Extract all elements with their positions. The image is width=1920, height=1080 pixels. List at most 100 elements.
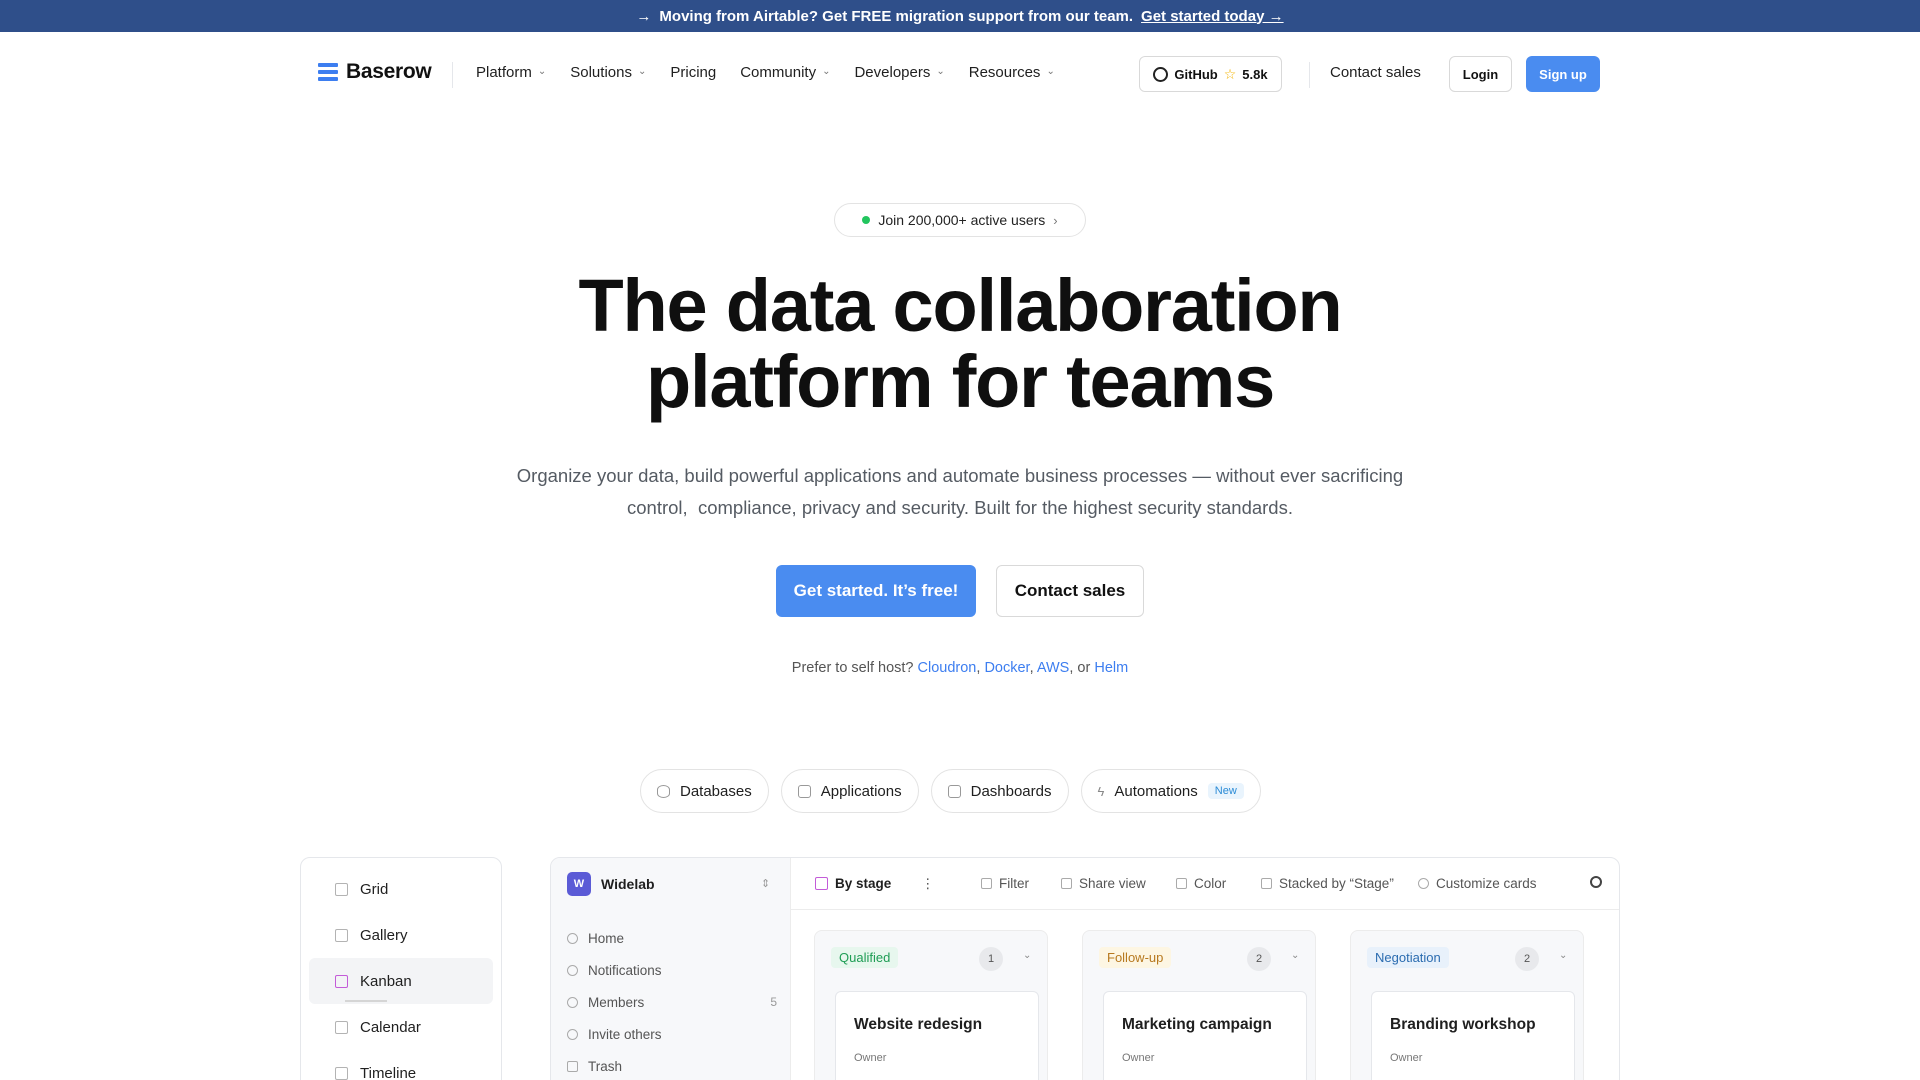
hero-subtitle: Organize your data, build powerful appli… — [460, 460, 1460, 524]
sidebar-label: Invite others — [588, 1026, 662, 1042]
view-timeline[interactable]: Timeline — [309, 1050, 493, 1080]
tab-label: Databases — [680, 782, 752, 800]
hero-title: The data collaboration platform for team… — [0, 268, 1920, 420]
cloudron-link[interactable]: Cloudron — [918, 660, 977, 676]
chevron-down-icon: ⌄ — [822, 66, 831, 77]
tab-label: Automations — [1114, 782, 1198, 800]
status-dot-icon — [862, 216, 871, 224]
chevron-down-icon: ⌄ — [1046, 66, 1055, 77]
get-started-button[interactable]: Get started. It’s free! — [776, 565, 976, 617]
kanban-column: Negotiation 2 ⌄ Branding workshop Owner — [1350, 930, 1584, 1080]
stacked-label: Stacked by “Stage” — [1279, 876, 1394, 891]
view-label: Grid — [360, 880, 389, 898]
nav-label: Resources — [968, 64, 1041, 81]
customize-label: Customize cards — [1436, 876, 1537, 891]
nav-label: Developers — [854, 64, 931, 81]
hero-subtitle-line: Organize your data, build powerful appli… — [516, 465, 1404, 486]
view-selector[interactable]: By stage — [815, 876, 891, 891]
filter-button[interactable]: Filter — [981, 876, 1029, 891]
sidebar-item-trash[interactable]: Trash — [567, 1050, 777, 1080]
nav-label: Community — [740, 64, 817, 81]
share-view-button[interactable]: Share view — [1061, 876, 1146, 891]
github-stars: 5.8k — [1242, 66, 1268, 82]
view-calendar[interactable]: Calendar — [309, 1004, 493, 1050]
nav-resources[interactable]: Resources ⌄ — [969, 64, 1055, 81]
view-label: Gallery — [360, 926, 408, 944]
invite-icon — [567, 1028, 578, 1040]
kanban-icon — [335, 974, 348, 988]
more-options-icon[interactable]: ⋮ — [921, 876, 935, 892]
list-icon — [335, 882, 348, 896]
gallery-icon — [335, 928, 348, 942]
tab-databases[interactable]: Databases — [640, 769, 769, 813]
chevron-down-icon[interactable]: ⌄ — [1559, 950, 1567, 961]
bell-icon — [567, 964, 578, 976]
timeline-icon — [335, 1066, 348, 1080]
chevron-down-icon[interactable]: ⌄ — [1023, 950, 1031, 961]
color-label: Color — [1194, 876, 1227, 891]
nav-pricing[interactable]: Pricing — [670, 64, 716, 81]
contact-sales-button[interactable]: Contact sales — [996, 565, 1144, 617]
sidebar-item-home[interactable]: Home — [567, 922, 777, 954]
announcement-text: Moving from Airtable? Get FREE migration… — [659, 7, 1134, 25]
pill-text: Join 200,000+ active users — [878, 212, 1046, 228]
tab-label: Dashboards — [970, 782, 1052, 800]
tab-automations[interactable]: ϟ Automations New — [1080, 769, 1261, 813]
chevron-down-icon: ⌄ — [637, 66, 647, 77]
view-gallery[interactable]: Gallery — [309, 912, 493, 958]
database-icon — [657, 784, 670, 798]
members-count: 5 — [770, 995, 777, 1009]
nav-label: Solutions — [570, 64, 632, 81]
filter-icon — [981, 878, 992, 889]
window-icon — [797, 784, 811, 798]
card-title: Marketing campaign — [1122, 1016, 1272, 1033]
kanban-card[interactable]: Marketing campaign Owner — [1103, 991, 1307, 1080]
signup-button[interactable]: Sign up — [1526, 56, 1600, 92]
kanban-card[interactable]: Website redesign Owner — [835, 991, 1039, 1080]
sidebar-item-invite[interactable]: Invite others — [567, 1018, 777, 1050]
nav-platform[interactable]: Platform ⌄ — [476, 64, 546, 81]
logo[interactable]: Baserow — [318, 60, 432, 84]
sidebar-item-members[interactable]: Members 5 — [567, 986, 777, 1018]
kanban-column: Follow-up 2 ⌄ Marketing campaign Owner — [1082, 930, 1316, 1080]
nav-developers[interactable]: Developers ⌄ — [854, 64, 944, 81]
aws-link[interactable]: AWS — [1037, 660, 1070, 676]
nav-solutions[interactable]: Solutions ⌄ — [570, 64, 646, 81]
chevron-down-icon[interactable]: ⌄ — [1291, 950, 1299, 961]
github-label: GitHub — [1174, 66, 1218, 82]
github-button[interactable]: GitHub ☆ 5.8k — [1139, 56, 1282, 92]
chevron-up-down-icon[interactable]: ⇕ — [761, 877, 770, 890]
card-field-label: Owner — [1122, 1052, 1155, 1064]
view-grid[interactable]: Grid — [309, 866, 493, 912]
stage-badge: Qualified — [831, 947, 899, 968]
docker-link[interactable]: Docker — [984, 660, 1029, 676]
kanban-icon — [815, 877, 828, 890]
self-host-prefix: Prefer to self host? — [791, 660, 914, 676]
chevron-right-icon: › — [1053, 212, 1058, 228]
tab-applications[interactable]: Applications — [780, 769, 919, 813]
home-icon — [567, 932, 578, 944]
helm-link[interactable]: Helm — [1094, 660, 1128, 676]
sidebar-item-notifications[interactable]: Notifications — [567, 954, 777, 986]
announcement-link[interactable]: Get started today → — [1141, 8, 1284, 25]
kanban-card[interactable]: Branding workshop Owner — [1371, 991, 1575, 1080]
nav-community[interactable]: Community ⌄ — [740, 64, 830, 81]
app-preview: W Widelab ⇕ Home Notifications Members 5… — [550, 857, 1620, 1080]
search-icon[interactable] — [1590, 876, 1602, 888]
trash-icon — [567, 1060, 578, 1072]
stacked-by-button[interactable]: Stacked by “Stage” — [1261, 876, 1394, 891]
view-kanban[interactable]: Kanban — [309, 958, 493, 1004]
tab-dashboards[interactable]: Dashboards — [930, 769, 1069, 813]
calendar-icon — [335, 1020, 348, 1034]
active-users-pill[interactable]: Join 200,000+ active users › — [834, 203, 1086, 237]
customize-cards-button[interactable]: Customize cards — [1418, 876, 1537, 891]
sidebar-label: Home — [588, 930, 625, 946]
login-button[interactable]: Login — [1449, 56, 1512, 92]
color-button[interactable]: Color — [1176, 876, 1226, 891]
contact-sales-link[interactable]: Contact sales — [1330, 64, 1421, 81]
card-field-label: Owner — [854, 1052, 887, 1064]
nav-label: Pricing — [670, 64, 717, 81]
workspace-switcher[interactable]: W Widelab — [567, 872, 655, 896]
app-sidebar: W Widelab ⇕ Home Notifications Members 5… — [551, 858, 791, 1080]
kanban-column: Qualified 1 ⌄ Website redesign Owner — [814, 930, 1048, 1080]
